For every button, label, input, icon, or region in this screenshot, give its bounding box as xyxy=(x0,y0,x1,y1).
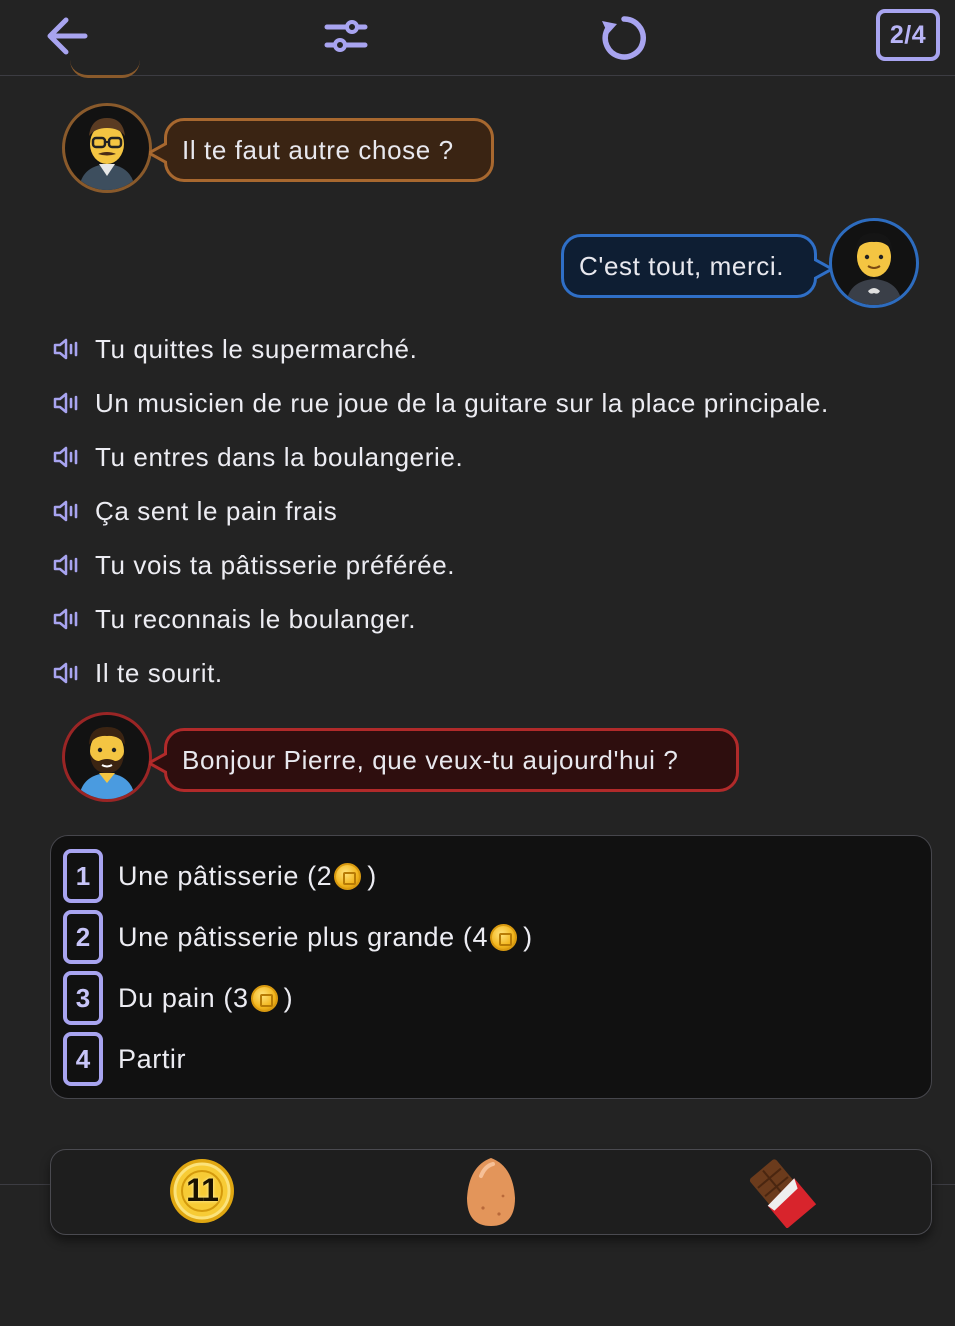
choice-label-close: ) xyxy=(523,921,533,952)
reload-button[interactable] xyxy=(598,13,650,63)
choices-panel: 1 Une pâtisserie (2 ) 2 Une pâtisserie p… xyxy=(50,835,932,1099)
player-avatar xyxy=(829,218,919,308)
narration-line: Tu entres dans la boulangerie. xyxy=(52,437,463,477)
speaker-icon[interactable] xyxy=(52,392,82,414)
speaker-icon[interactable] xyxy=(52,608,82,630)
speaker-icon[interactable] xyxy=(52,446,82,468)
choice-label: Du pain (3 xyxy=(118,982,249,1013)
narration-line: Tu quittes le supermarché. xyxy=(52,329,417,369)
egg-icon xyxy=(467,1158,515,1226)
sliders-icon xyxy=(324,20,368,52)
shopkeeper-speech-bubble: Il te faut autre chose ? xyxy=(149,118,494,182)
choice-label-close: ) xyxy=(283,982,294,1013)
narration-line: Ça sent le pain frais xyxy=(52,491,337,531)
narration-text: Tu entres dans la boulangerie. xyxy=(95,441,464,472)
narration-text: Un musicien de rue joue de la guitare su… xyxy=(95,387,829,418)
player-line: C'est tout, merci. xyxy=(579,250,785,281)
narration-line: Un musicien de rue joue de la guitare su… xyxy=(52,383,829,423)
narration-text: Tu reconnais le boulanger. xyxy=(95,603,417,634)
back-button[interactable] xyxy=(46,16,88,56)
coin-icon xyxy=(490,923,518,951)
player-speech-bubble: C'est tout, merci. xyxy=(561,234,832,298)
choice-number: 3 xyxy=(63,971,103,1025)
choice-number: 2 xyxy=(63,910,103,964)
top-bar: 2/4 xyxy=(0,0,955,76)
inventory-egg[interactable] xyxy=(463,1156,519,1233)
choice-label: Une pâtisserie plus grande (4 xyxy=(118,921,489,952)
inventory-bar: 11 xyxy=(50,1149,932,1235)
speaker-icon[interactable] xyxy=(52,662,82,684)
shopkeeper-line: Il te faut autre chose ? xyxy=(182,134,454,165)
coin-icon xyxy=(334,862,362,890)
choice-3[interactable]: 3 Du pain (3 ) xyxy=(63,971,293,1025)
baker-avatar xyxy=(62,712,152,802)
narration-line: Tu reconnais le boulanger. xyxy=(52,599,416,639)
speaker-icon[interactable] xyxy=(52,338,82,360)
speaker-icon[interactable] xyxy=(52,500,82,522)
reload-icon xyxy=(602,16,646,60)
narration-text: Tu quittes le supermarché. xyxy=(95,333,418,364)
settings-button[interactable] xyxy=(324,17,368,57)
inventory-coins[interactable]: 11 xyxy=(168,1156,236,1226)
narration-text: Ça sent le pain frais xyxy=(95,495,338,526)
baker-speech-bubble: Bonjour Pierre, que veux-tu aujourd'hui … xyxy=(149,728,739,792)
choice-2[interactable]: 2 Une pâtisserie plus grande (4 ) xyxy=(63,910,533,964)
narration-line: Il te sourit. xyxy=(52,653,223,693)
choice-label: Une pâtisserie (2 xyxy=(118,860,333,891)
previous-avatar-edge xyxy=(70,60,140,78)
choice-number: 4 xyxy=(63,1032,103,1086)
narration-text: Tu vois ta pâtisserie préférée. xyxy=(95,549,456,580)
inventory-chocolate[interactable] xyxy=(744,1156,818,1233)
narration-line: Tu vois ta pâtisserie préférée. xyxy=(52,545,455,585)
narration-text: Il te sourit. xyxy=(95,657,223,688)
choice-1[interactable]: 1 Une pâtisserie (2 ) xyxy=(63,849,377,903)
shopkeeper-avatar xyxy=(62,103,152,193)
coin-count: 11 xyxy=(186,1172,219,1208)
choice-label-close: ) xyxy=(367,860,377,891)
chocolate-bar-icon xyxy=(749,1159,817,1229)
choice-label: Partir xyxy=(118,1043,187,1074)
baker-line: Bonjour Pierre, que veux-tu aujourd'hui … xyxy=(182,744,679,775)
coin-icon xyxy=(250,984,278,1012)
speaker-icon[interactable] xyxy=(52,554,82,576)
choice-number: 1 xyxy=(63,849,103,903)
arrow-left-icon xyxy=(47,17,88,55)
choice-4[interactable]: 4 Partir xyxy=(63,1032,186,1086)
progress-indicator: 2/4 xyxy=(876,9,940,61)
